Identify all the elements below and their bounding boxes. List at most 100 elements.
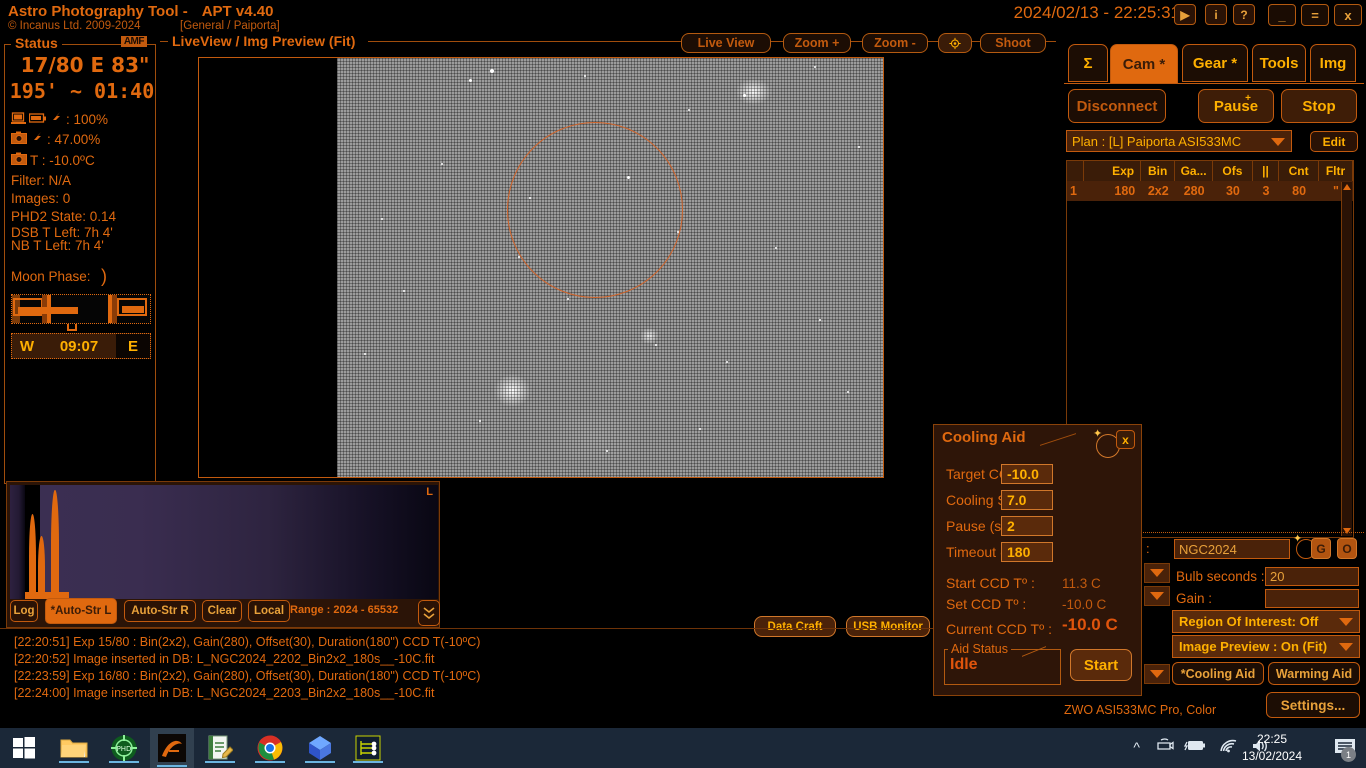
bulb-seconds-input[interactable]: 20 [1265, 567, 1359, 586]
shoot-button[interactable]: Shoot [980, 33, 1046, 53]
bulb-seconds-label: Bulb seconds : [1176, 569, 1265, 584]
image-preview-select[interactable]: Image Preview : On (Fit) [1172, 635, 1360, 658]
gain-input[interactable] [1265, 589, 1359, 608]
taskbar-date: 13/02/2024 [1241, 749, 1303, 763]
stop-button[interactable]: Stop [1281, 89, 1357, 123]
play-icon[interactable]: ▶ [1174, 4, 1196, 25]
log-line: [22:24:00] Image inserted in DB: L_NGC20… [14, 686, 435, 700]
phd2-icon[interactable]: PHD [102, 732, 146, 764]
scroll-down-icon[interactable] [1343, 528, 1351, 534]
bulb-stepper-icon[interactable] [1144, 563, 1170, 583]
cooling-aid-button[interactable]: *Cooling Aid [1172, 662, 1264, 685]
notifications-icon[interactable]: 1 [1334, 736, 1360, 762]
object-label: : [1146, 541, 1150, 556]
cell-bin: 2x2 [1147, 184, 1169, 198]
aid-stepper-icon[interactable] [1144, 664, 1170, 684]
pause-seconds-input[interactable]: 2 [1001, 516, 1053, 536]
log-console[interactable]: [22:20:51] Exp 15/80 : Bin(2x2), Gain(28… [4, 634, 1044, 720]
histogram-plot[interactable] [10, 485, 438, 599]
cell-cnt: 80 [1292, 184, 1307, 198]
col-ofs: Ofs [1213, 161, 1253, 181]
start-button[interactable] [2, 732, 46, 764]
plan-table-scrollbar[interactable] [1341, 182, 1352, 536]
aid-status-title: Aid Status [948, 642, 1011, 656]
status-power-row: : 100% [11, 111, 108, 128]
chevron-down-icon [1339, 618, 1353, 626]
horizon-bar[interactable] [11, 294, 151, 331]
onedrive-icon[interactable] [1156, 738, 1174, 757]
folder-icon[interactable] [52, 732, 96, 764]
disconnect-button[interactable]: Disconnect [1068, 89, 1166, 123]
status-panel: Status AMF 17/80 E 83" 195' ~ 01:40 : 10… [4, 35, 156, 484]
col-bin: Bin [1141, 161, 1176, 181]
taskbar-time: 22:25 [1256, 732, 1288, 746]
close-button[interactable]: x [1334, 4, 1362, 26]
object-name-input[interactable]: NGC2024 [1174, 539, 1290, 559]
help-icon[interactable]: ? [1233, 4, 1255, 25]
zoom-in-button[interactable]: Zoom + [783, 33, 851, 53]
pause-button[interactable]: + Pause [1198, 89, 1274, 123]
moon-phase-label: Moon Phase: [11, 269, 91, 284]
table-row[interactable]: 1 180 2x2 280 30 3 80 " [1067, 181, 1353, 201]
tab-gear[interactable]: Gear * [1182, 44, 1248, 82]
cell-gain: 280 [1183, 184, 1205, 198]
aid-status-value: Idle [950, 656, 978, 673]
target-ccd-input[interactable]: -10.0 [1001, 464, 1053, 484]
notepad-icon[interactable] [198, 732, 242, 764]
tab-tools[interactable]: Tools [1252, 44, 1306, 82]
status-cam-battery-label: : 47.00% [47, 132, 101, 147]
sequence-icon[interactable] [346, 732, 390, 764]
info-icon[interactable]: i [1205, 4, 1227, 25]
tab-sigma[interactable]: Σ [1068, 44, 1108, 82]
live-view-button[interactable]: Live View [681, 33, 771, 53]
histogram-auto-str-r-button[interactable]: Auto-Str R [124, 600, 196, 622]
taskbar-clock[interactable]: 22:25 13/02/2024 [1230, 731, 1314, 765]
scroll-up-icon[interactable] [1343, 184, 1351, 190]
histogram-clear-button[interactable]: Clear [202, 600, 242, 622]
minimize-button[interactable]: _ [1268, 4, 1296, 26]
zoom-out-button[interactable]: Zoom - [862, 33, 928, 53]
diamond-icon[interactable] [298, 732, 342, 764]
cooling-step-input[interactable]: 7.0 [1001, 490, 1053, 510]
liveview-title: LiveView / Img Preview (Fit) [168, 33, 360, 49]
chevron-down-icon [1271, 138, 1285, 146]
timeout-seconds-input[interactable]: 180 [1001, 542, 1053, 562]
warming-aid-button[interactable]: Warming Aid [1268, 662, 1360, 685]
log-line: [22:20:51] Exp 15/80 : Bin(2x2), Gain(28… [14, 635, 481, 649]
svg-text:PHD: PHD [117, 745, 132, 753]
settings-button[interactable]: Settings... [1266, 692, 1360, 718]
cooling-aid-title: Cooling Aid [942, 429, 1026, 446]
goto-button[interactable]: G [1311, 538, 1331, 559]
preview-image[interactable] [337, 58, 883, 477]
apt-icon[interactable] [150, 728, 194, 768]
edit-plan-button[interactable]: Edit [1310, 131, 1358, 152]
cooling-start-button[interactable]: Start [1070, 649, 1132, 681]
set-ccd-label: Set CCD Tº : [946, 596, 1027, 612]
time-bar-time: 09:07 [59, 337, 99, 355]
chevron-double-down-icon[interactable] [418, 600, 440, 626]
battery-icon[interactable] [1183, 739, 1206, 756]
plan-select[interactable]: Plan : [L] Paiporta ASI533MC [1066, 130, 1292, 152]
apt-application-window: Astro Photography Tool - APT v4.40 © Inca… [0, 0, 1366, 768]
chevron-up-icon[interactable]: ^ [1133, 739, 1140, 755]
status-phd2: PHD2 State: 0.14 [11, 209, 117, 224]
tab-img[interactable]: Img [1310, 44, 1356, 82]
plan-select-value: Plan : [L] Paiporta ASI533MC [1072, 133, 1242, 149]
histogram-auto-str-l-button[interactable]: *Auto-Str L [45, 598, 117, 624]
liveview-image-frame[interactable] [198, 57, 884, 478]
battery-icon [28, 112, 46, 127]
gain-stepper-icon[interactable] [1144, 586, 1170, 606]
pause-label: Pause [1213, 97, 1259, 115]
chrome-icon[interactable] [248, 732, 292, 764]
app-copyright: © Incanus Ltd. 2009-2024 [8, 20, 141, 32]
object-button[interactable]: O [1337, 538, 1357, 559]
region-of-interest-select[interactable]: Region Of Interest: Off [1172, 610, 1360, 633]
crosshair-icon[interactable] [938, 33, 972, 53]
histogram-local-button[interactable]: Local [248, 600, 290, 622]
histogram-log-button[interactable]: Log [10, 600, 38, 622]
sparkle-icon: ✦ [1093, 428, 1103, 440]
close-icon[interactable]: x [1116, 430, 1135, 449]
restore-button[interactable]: = [1301, 4, 1329, 26]
tab-cam[interactable]: Cam * [1110, 44, 1178, 84]
status-nb-left: NB T Left: 7h 4' [11, 238, 104, 253]
